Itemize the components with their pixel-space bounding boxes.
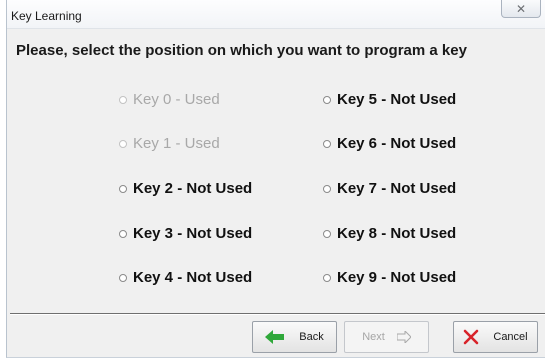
title-bar: Key Learning ✕: [7, 0, 545, 29]
key-9-label: Key 9 - Not Used: [337, 269, 457, 286]
key-1-label: Key 1 - Used: [133, 135, 220, 152]
key-4-option[interactable]: Key 4 - Not Used: [119, 269, 252, 286]
next-arrow-icon: [396, 331, 411, 343]
key-6-label: Key 6 - Not Used: [337, 135, 457, 152]
key-8-option[interactable]: Key 8 - Not Used: [323, 225, 456, 242]
key-6-radio[interactable]: [323, 139, 331, 148]
key-2-radio[interactable]: [119, 184, 127, 193]
key-3-radio[interactable]: [119, 229, 127, 238]
key-8-label: Key 8 - Not Used: [337, 225, 457, 242]
key-5-option[interactable]: Key 5 - Not Used: [323, 91, 456, 108]
key-5-radio[interactable]: [323, 95, 331, 104]
key-2-option[interactable]: Key 2 - Not Used: [119, 180, 252, 197]
cancel-x-icon: [463, 329, 479, 345]
key-7-radio[interactable]: [323, 184, 331, 193]
window-title: Key Learning: [11, 9, 82, 23]
key-5-label: Key 5 - Not Used: [337, 91, 457, 108]
close-icon: ✕: [515, 1, 527, 16]
key-0-radio[interactable]: [119, 95, 127, 104]
key-8-radio[interactable]: [323, 229, 331, 238]
footer-separator-highlight: [10, 314, 545, 315]
key-1-radio[interactable]: [119, 139, 127, 148]
key-learning-dialog: Key Learning ✕ Please, select the positi…: [6, 0, 545, 358]
key-9-option[interactable]: Key 9 - Not Used: [323, 269, 456, 286]
key-3-label: Key 3 - Not Used: [133, 225, 253, 242]
next-button[interactable]: Next: [344, 321, 429, 353]
key-3-option[interactable]: Key 3 - Not Used: [119, 225, 252, 242]
key-2-label: Key 2 - Not Used: [133, 180, 253, 197]
instruction-heading: Please, select the position on which you…: [16, 42, 467, 59]
key-4-label: Key 4 - Not Used: [133, 269, 253, 286]
key-9-radio[interactable]: [323, 273, 331, 282]
key-1-option[interactable]: Key 1 - Used: [119, 135, 220, 152]
back-button[interactable]: Back: [252, 321, 337, 353]
key-7-label: Key 7 - Not Used: [337, 180, 457, 197]
close-button[interactable]: ✕: [501, 0, 541, 18]
back-arrow-icon: [265, 330, 285, 344]
key-0-label: Key 0 - Used: [133, 91, 220, 108]
key-4-radio[interactable]: [119, 273, 127, 282]
back-button-label: Back: [299, 331, 324, 343]
next-button-label: Next: [362, 331, 385, 343]
cancel-button-label: Cancel: [493, 331, 528, 343]
key-7-option[interactable]: Key 7 - Not Used: [323, 180, 456, 197]
key-6-option[interactable]: Key 6 - Not Used: [323, 135, 456, 152]
cancel-button[interactable]: Cancel: [453, 321, 538, 353]
key-0-option[interactable]: Key 0 - Used: [119, 91, 220, 108]
